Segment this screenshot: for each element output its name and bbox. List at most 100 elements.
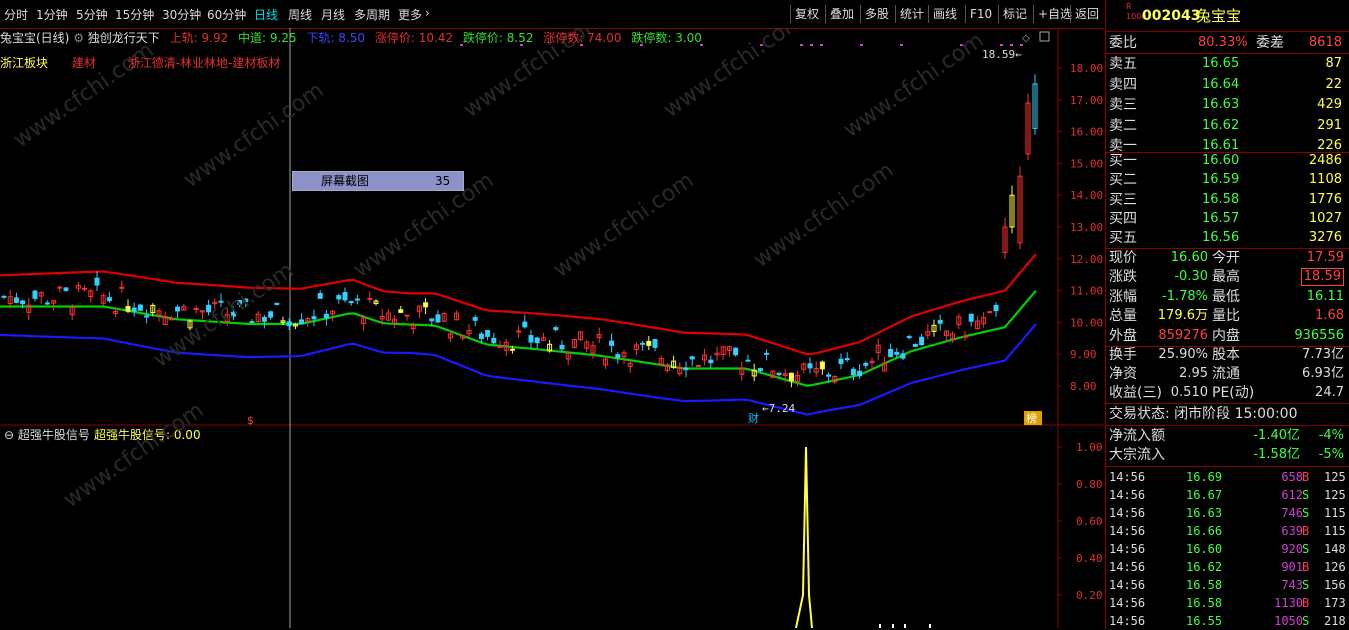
stock-code: 002043: [1142, 8, 1201, 24]
toolbar-button-8[interactable]: 返回: [1070, 5, 1103, 23]
candle-body: [652, 339, 658, 348]
stat-label: PE(动): [1212, 385, 1255, 401]
toolbar-button-2[interactable]: 多股: [860, 5, 893, 23]
ask-volume: 291: [1317, 117, 1342, 133]
bid-volume: 1108: [1308, 172, 1342, 188]
period-1[interactable]: 1分钟: [36, 6, 68, 23]
watermark-text: www.cfchi.com: [549, 168, 698, 283]
bid-row: 买五 16.56 3276: [1106, 229, 1349, 247]
candle-body: [689, 356, 695, 360]
period-0[interactable]: 分时: [4, 6, 28, 23]
candle-body: [962, 335, 968, 338]
period-10[interactable]: 更多: [398, 6, 422, 23]
bid-volume: 3276: [1308, 230, 1342, 246]
stat-label: 最低: [1212, 288, 1240, 305]
candle-body: [274, 302, 280, 305]
period-5[interactable]: 60分钟: [207, 6, 246, 23]
candle-body: [857, 370, 863, 377]
period-4[interactable]: 30分钟: [162, 6, 201, 23]
flow-label: 净流入额: [1109, 428, 1165, 444]
kline-chart[interactable]: 18.00 17.00 16.00 15.00 14.00 13.00 12.00 11.00…: [0, 28, 1104, 628]
weibi-label: 委比: [1109, 35, 1137, 51]
candle-body: [522, 321, 528, 328]
sub-tick-label: 0.80: [1076, 478, 1103, 491]
limit-up-count: 涨停数: 74.00: [543, 31, 622, 45]
stat-label: 流通: [1212, 366, 1240, 382]
screenshot-menu[interactable]: 屏幕截图 35: [292, 171, 464, 191]
candle-body: [137, 304, 143, 311]
period-8[interactable]: 月线: [321, 6, 345, 23]
candle-body: [894, 351, 900, 355]
more-arrow-icon[interactable]: ›: [425, 6, 430, 20]
toolbar-button-0[interactable]: 复权: [790, 5, 823, 23]
tick-time: 14:56: [1109, 578, 1146, 592]
tick-volume: 1130: [1274, 596, 1303, 610]
price-tick-label: 10.00: [1070, 316, 1103, 329]
stat-row: 现价 16.60 今开 17.59: [1106, 249, 1349, 267]
bid-label: 买三: [1109, 191, 1137, 208]
band-middle: [0, 289, 1037, 387]
candle-body: [429, 318, 435, 322]
candle-body: [776, 372, 782, 376]
sector-industry[interactable]: 建材: [72, 56, 96, 70]
toolbar-button-5[interactable]: F10: [965, 5, 996, 23]
signal-dot: [1010, 44, 1013, 46]
flow-value: -1.58亿: [1253, 447, 1300, 462]
tick-volume: 746: [1281, 506, 1303, 520]
tick-count: 115: [1324, 524, 1346, 538]
tick-volume: 658: [1281, 470, 1303, 484]
watermark-text: www.cfchi.com: [59, 398, 208, 513]
period-7[interactable]: 周线: [288, 6, 312, 23]
toolbar-button-3[interactable]: 统计: [895, 5, 928, 23]
period-3[interactable]: 15分钟: [115, 6, 154, 23]
signal-dot: [900, 44, 903, 46]
stat-label: 总量: [1109, 308, 1137, 325]
toolbar-button-1[interactable]: 叠加: [825, 5, 858, 23]
tick-count: 126: [1324, 560, 1346, 574]
quote-title: R 1000 002043 兔宝宝: [1106, 2, 1349, 28]
tick-row: 14:56 16.62 901 B 126: [1106, 558, 1349, 576]
bid-price: 16.60: [1202, 153, 1240, 168]
bid-volume: 1027: [1308, 210, 1342, 226]
indicator-name[interactable]: 独创龙行天下: [88, 31, 160, 45]
candle-body: [646, 340, 652, 346]
stock-period-label: 兔宝宝(日线): [0, 31, 70, 45]
candle-body: [435, 314, 441, 323]
settings-icon[interactable]: ⚙: [73, 31, 84, 45]
ask-row: 卖三 16.63 429: [1106, 96, 1349, 114]
price-tick-label: 13.00: [1070, 221, 1103, 234]
candle-body: [348, 301, 354, 304]
tick-price: 16.62: [1186, 560, 1223, 574]
tick-price: 16.55: [1186, 614, 1223, 628]
candle-body: [968, 313, 974, 322]
ask-row: 卖五 16.65 87: [1106, 55, 1349, 73]
period-6[interactable]: 日线: [254, 6, 278, 23]
trade-status-text: 交易状态: 闭市阶段 15:00:00: [1109, 406, 1298, 422]
sector-concept[interactable]: 浙江德清-林业林地-建材板材: [128, 56, 281, 70]
tick-price: 16.69: [1186, 470, 1223, 484]
candle-body: [317, 292, 323, 299]
candle-body: [44, 302, 50, 305]
candle-body: [404, 314, 410, 317]
candle-body: [323, 313, 329, 319]
period-2[interactable]: 5分钟: [76, 6, 108, 23]
toolbar-button-6[interactable]: 标记: [998, 5, 1031, 23]
sector-tags: 浙江板块 建材 浙江德清-林业林地-建材板材: [0, 54, 280, 71]
bid-label: 买一: [1109, 153, 1137, 169]
stat-label: 今开: [1212, 250, 1240, 266]
stat-value: 16.60: [1170, 250, 1208, 265]
watermark-text: www.cfchi.com: [749, 158, 898, 273]
ask-label: 卖二: [1109, 117, 1137, 134]
flow-pct: -4%: [1318, 428, 1344, 443]
stat-value: 16.11: [1306, 288, 1344, 304]
candle-body: [534, 337, 540, 344]
candle-body: [144, 315, 150, 318]
sector-region[interactable]: 浙江板块: [0, 56, 48, 70]
bid-row: 买三 16.58 1776: [1106, 191, 1349, 209]
signal-dot: [820, 44, 823, 46]
toolbar-button-4[interactable]: 画线: [928, 5, 961, 23]
tick-row: 14:56 16.58 1130 B 173: [1106, 594, 1349, 612]
cai-marker: 财: [748, 411, 759, 425]
tick-count: 115: [1324, 506, 1346, 520]
period-9[interactable]: 多周期: [354, 6, 390, 23]
